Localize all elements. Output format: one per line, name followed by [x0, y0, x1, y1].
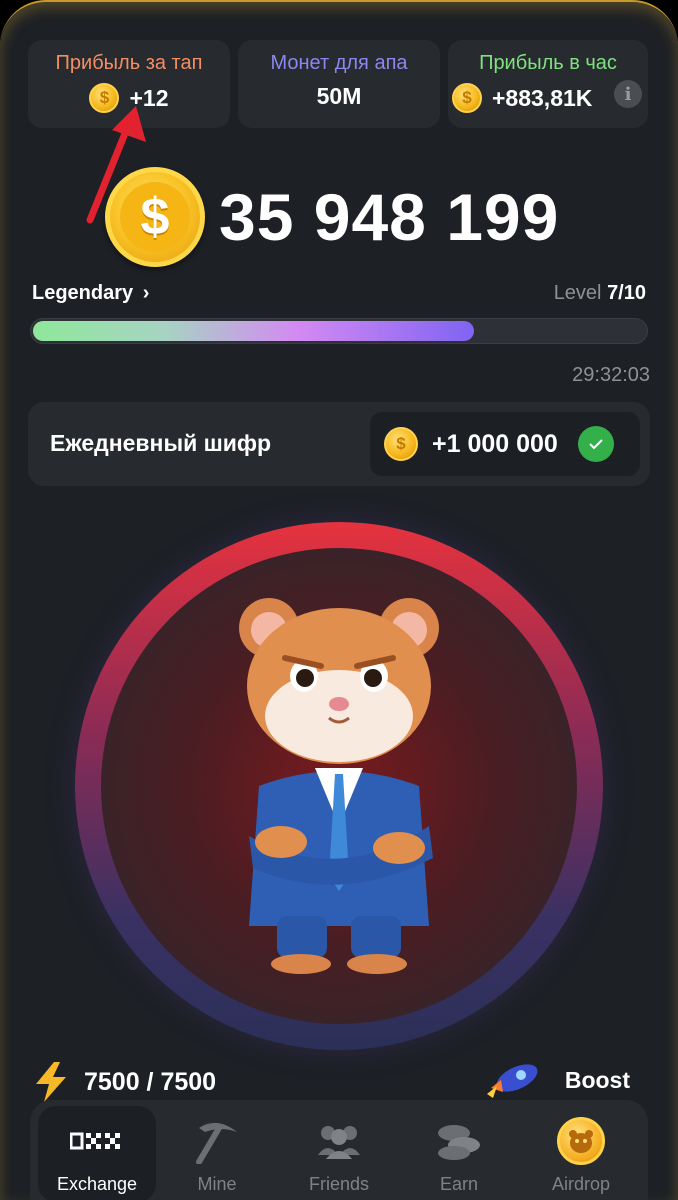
- league-link[interactable]: Legendary ›: [32, 282, 149, 305]
- airdrop-hamster-coin-icon: [557, 1117, 605, 1165]
- energy-indicator: 7500 / 7500: [32, 1062, 216, 1102]
- level-progress-bar: [30, 318, 648, 344]
- friends-icon: [318, 1126, 360, 1159]
- hamster-ceo-icon: [239, 598, 439, 974]
- info-icon[interactable]: i: [614, 80, 642, 108]
- balance-amount: 35 948 199: [219, 180, 560, 254]
- bottom-nav: Exchange Mine Friends Earn Airdrop: [30, 1100, 648, 1200]
- app-screen: Прибыль за тап $ +12 Монет для апа 50M П…: [0, 0, 678, 1200]
- balance-display: $ 35 948 199: [105, 164, 559, 270]
- boost-button[interactable]: Boost: [483, 1060, 630, 1100]
- nav-item-airdrop[interactable]: Airdrop: [522, 1106, 640, 1200]
- level-indicator: Level 7/10: [554, 282, 646, 305]
- chevron-right-icon: ›: [142, 282, 150, 304]
- daily-cipher-card[interactable]: Ежедневный шифр $ +1 000 000: [28, 402, 650, 486]
- lightning-icon: [36, 1062, 66, 1102]
- coin-icon: $: [384, 427, 418, 461]
- nav-label: Mine: [197, 1174, 237, 1194]
- tap-area-ring: [75, 522, 603, 1050]
- daily-cipher-reward: $ +1 000 000: [370, 412, 640, 476]
- big-coin-icon: $: [105, 167, 205, 267]
- nav-label: Exchange: [56, 1174, 138, 1194]
- boost-label: Boost: [564, 1066, 630, 1093]
- stat-profit-per-hour: Прибыль в час $ +883,81K i: [448, 40, 648, 128]
- stat-coins-to-level-up: Монет для апа 50M: [238, 40, 440, 128]
- nav-item-mine[interactable]: Mine: [158, 1106, 276, 1200]
- nav-label: Friends: [308, 1174, 370, 1194]
- level-value: 7/10: [607, 282, 646, 304]
- hamster-tap-button[interactable]: [101, 548, 577, 1024]
- coin-icon: $: [452, 83, 482, 113]
- stat-value: 50M: [316, 83, 362, 109]
- stat-label: Монет для апа: [270, 52, 408, 74]
- nav-item-exchange[interactable]: Exchange: [38, 1106, 156, 1200]
- stat-value: +883,81K: [492, 84, 593, 111]
- nav-label: Airdrop: [551, 1174, 611, 1194]
- stat-label: Прибыль за тап: [55, 52, 203, 74]
- level-row: Legendary › Level 7/10: [32, 282, 646, 310]
- level-prefix: Level: [553, 282, 602, 304]
- daily-cipher-title: Ежедневный шифр: [50, 430, 272, 456]
- stat-label: Прибыль в час: [479, 52, 617, 74]
- level-progress-fill: [33, 321, 474, 341]
- nav-item-earn[interactable]: Earn: [400, 1106, 518, 1200]
- league-label: Legendary: [32, 282, 134, 304]
- nav-item-friends[interactable]: Friends: [280, 1106, 398, 1200]
- cipher-timer: 29:32:03: [572, 364, 650, 386]
- energy-value: 7500 / 7500: [84, 1067, 217, 1096]
- coins-icon: [438, 1125, 480, 1160]
- exchange-icon: [70, 1132, 120, 1150]
- pickaxe-icon: [196, 1122, 237, 1164]
- reward-amount: +1 000 000: [432, 429, 558, 458]
- nav-label: Earn: [439, 1174, 479, 1194]
- checkmark-icon: [577, 426, 614, 462]
- rocket-icon: [486, 1064, 538, 1098]
